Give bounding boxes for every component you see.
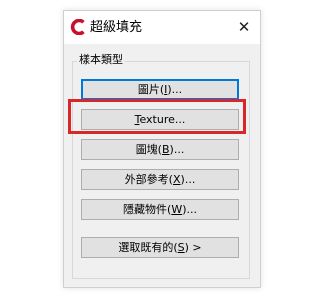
autocad-c-logo-icon (70, 19, 85, 35)
block-button[interactable]: 圖塊(B)... (81, 139, 239, 160)
texture-button[interactable]: Texture... (81, 109, 239, 130)
button-text: 外部參考( (124, 173, 173, 186)
button-text: ) > (184, 241, 202, 254)
mnemonic-key: X (172, 173, 181, 186)
close-icon: ✕ (237, 18, 251, 36)
button-text: exture... (139, 113, 186, 126)
button-text: 圖片( (137, 83, 165, 96)
mnemonic-key: W (171, 203, 183, 216)
select-existing-button[interactable]: 選取既有的(S) > (81, 237, 239, 258)
xref-button[interactable]: 外部參考(X)... (81, 169, 239, 190)
button-text: )... (182, 203, 197, 216)
group-label: 樣本類型 (77, 53, 125, 67)
button-text: )... (167, 83, 183, 96)
title-bar: 超級填充 ✕ (64, 11, 260, 44)
button-text: 選取既有的( (118, 241, 178, 254)
button-text: )... (180, 173, 196, 186)
image-button[interactable]: 圖片(I)... (81, 79, 239, 100)
button-text: 圖塊( (135, 143, 162, 156)
close-button[interactable]: ✕ (232, 15, 256, 39)
sample-type-group: 樣本類型 圖片(I)... Texture... 圖塊(B)... 外部參考(X… (72, 53, 250, 279)
wipeout-button[interactable]: 隱藏物件(W)... (81, 199, 239, 220)
dialog-title: 超級填充 (90, 20, 143, 35)
button-text: )... (169, 143, 185, 156)
button-text: 隱藏物件( (123, 203, 172, 216)
mnemonic-key: B (161, 143, 170, 156)
mnemonic-key: S (177, 241, 185, 254)
superhatch-dialog: 超級填充 ✕ 樣本類型 圖片(I)... Texture... 圖塊(B)...… (63, 10, 261, 288)
